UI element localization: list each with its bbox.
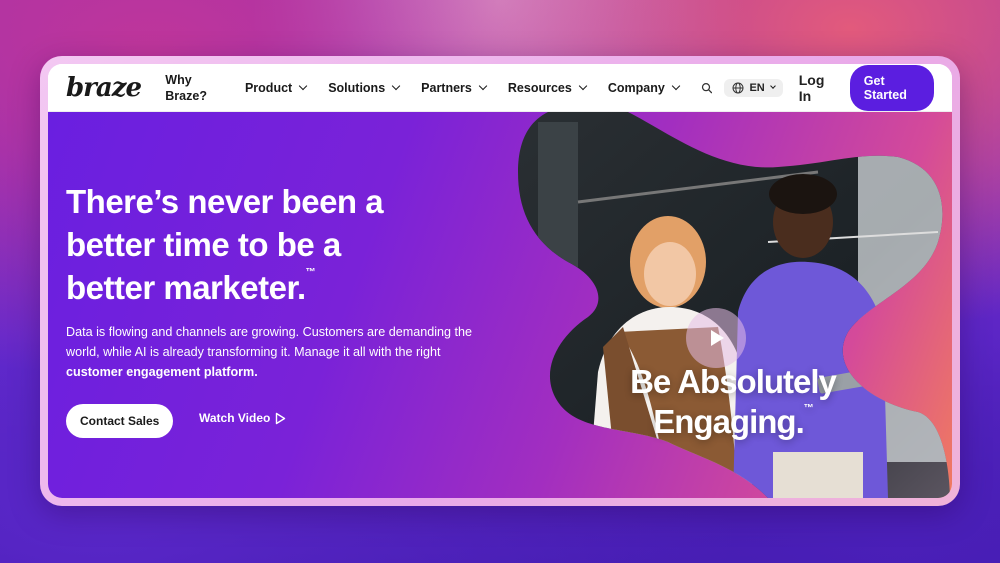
play-outline-icon <box>276 412 286 424</box>
chevron-down-icon <box>769 83 776 89</box>
nav-item-label: Partners <box>421 80 472 95</box>
login-link[interactable]: Log In <box>799 72 834 104</box>
language-label: EN <box>749 81 765 94</box>
tagline-line: Be Absolutely <box>630 363 837 400</box>
headline-line: There’s never been a <box>66 183 384 220</box>
chevron-down-icon <box>478 81 488 91</box>
watch-video-label: Watch Video <box>199 411 271 425</box>
headline-line: better marketer. <box>66 269 306 306</box>
top-navigation: braze Why Braze? Product Solutions Partn… <box>48 64 952 112</box>
nav-item-why-line2: Braze? <box>165 88 207 103</box>
chevron-down-icon <box>578 81 588 91</box>
watch-video-link[interactable]: Watch Video <box>199 411 286 425</box>
chevron-down-icon <box>671 81 681 91</box>
nav-item-label: Product <box>244 80 293 95</box>
get-started-button[interactable]: Get Started <box>849 64 934 111</box>
nav-actions: EN Log In Get Started <box>701 64 934 111</box>
language-selector[interactable]: EN <box>724 78 783 97</box>
trademark-mark: ™ <box>803 403 814 414</box>
nav-item-label: Company <box>607 80 665 95</box>
headline-line: better time to be a <box>66 226 341 263</box>
nav-item-solutions[interactable]: Solutions <box>328 80 401 95</box>
nav-item-label: Resources <box>507 80 572 95</box>
play-video-button[interactable] <box>686 308 746 368</box>
hero-headline: There’s never been a better time to be a… <box>66 180 416 309</box>
chevron-down-icon <box>298 81 308 91</box>
chevron-down-icon <box>391 81 401 91</box>
hero-overlay-tagline: Be Absolutely Engaging.™ <box>608 362 858 442</box>
nav-item-why-line1: Why <box>165 72 192 87</box>
search-icon[interactable] <box>701 81 713 95</box>
nav-menu: Why Braze? Product Solutions Partners Re… <box>165 72 701 104</box>
nav-item-why-braze[interactable]: Why Braze? <box>165 72 207 104</box>
browser-window: braze Why Braze? Product Solutions Partn… <box>40 56 960 506</box>
page-viewport: braze Why Braze? Product Solutions Partn… <box>48 64 952 498</box>
braze-logo[interactable]: braze <box>66 73 165 103</box>
nav-item-product[interactable]: Product <box>244 80 308 95</box>
description-text: Data is flowing and channels are growing… <box>66 325 473 359</box>
nav-item-partners[interactable]: Partners <box>421 80 488 95</box>
hero-description: Data is flowing and channels are growing… <box>66 322 476 382</box>
nav-item-resources[interactable]: Resources <box>507 80 588 95</box>
tagline-line: Engaging. <box>653 403 804 440</box>
nav-item-company[interactable]: Company <box>607 80 681 95</box>
nav-item-label: Solutions <box>328 80 386 95</box>
play-icon <box>711 330 724 346</box>
description-emphasis: customer engagement platform. <box>66 365 258 379</box>
hero-section: There’s never been a better time to be a… <box>48 112 952 498</box>
contact-sales-button[interactable]: Contact Sales <box>66 404 174 438</box>
globe-icon <box>732 82 744 93</box>
trademark-mark: ™ <box>305 267 316 278</box>
